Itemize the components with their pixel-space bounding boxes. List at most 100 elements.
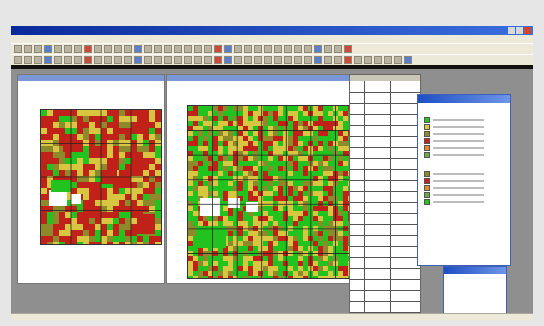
toolbar-tool-icon[interactable] (364, 56, 372, 64)
toolbar-tool-icon[interactable] (374, 56, 382, 64)
toolbar-tool-icon[interactable] (334, 56, 342, 64)
toolbar-tool-icon[interactable] (304, 45, 312, 53)
toolbar-tool-icon[interactable] (84, 56, 92, 64)
toolbar-tool-icon[interactable] (284, 45, 292, 53)
toolbar-tool-icon[interactable] (234, 45, 242, 53)
legend-window[interactable] (417, 94, 511, 266)
raster-map-right[interactable] (187, 105, 361, 279)
toolbar-tool-icon[interactable] (314, 56, 322, 64)
document-caption[interactable] (18, 75, 164, 81)
toolbar-tool-icon[interactable] (74, 56, 82, 64)
map-document-left[interactable] (17, 74, 165, 284)
toolbar-tool-icon[interactable] (354, 56, 362, 64)
toolbar-tool-icon[interactable] (124, 45, 132, 53)
legend-caption[interactable] (418, 95, 510, 103)
legend-label (433, 118, 484, 121)
toolbar-tool-icon[interactable] (314, 45, 322, 53)
toolbar-tool-icon[interactable] (264, 45, 272, 53)
toolbar-tool-icon[interactable] (294, 56, 302, 64)
toolbar-tool-icon[interactable] (144, 56, 152, 64)
toolbar-tool-icon[interactable] (344, 45, 352, 53)
attribute-table-window[interactable] (349, 74, 421, 320)
toolbar-tool-icon[interactable] (324, 45, 332, 53)
toolbar-tool-icon[interactable] (84, 45, 92, 53)
status-bar (11, 313, 533, 320)
toolbar-tool-icon[interactable] (154, 45, 162, 53)
toolbar-tool-icon[interactable] (384, 56, 392, 64)
toolbar-tool-icon[interactable] (24, 45, 32, 53)
toolbar-tool-icon[interactable] (44, 45, 52, 53)
toolbar-tool-icon[interactable] (144, 45, 152, 53)
toolbar-tool-icon[interactable] (214, 56, 222, 64)
toolbar-tool-icon[interactable] (94, 45, 102, 53)
toolbar-tool-icon[interactable] (284, 56, 292, 64)
toolbar-tool-icon[interactable] (204, 45, 212, 53)
toolbar-tool-icon[interactable] (34, 56, 42, 64)
toolbar-tool-icon[interactable] (24, 56, 32, 64)
toolbar-tool-icon[interactable] (114, 45, 122, 53)
toolbar-tool-icon[interactable] (64, 56, 72, 64)
toolbar-tool-icon[interactable] (274, 56, 282, 64)
toolbar-tool-icon[interactable] (154, 56, 162, 64)
window-minimize-icon[interactable] (508, 27, 515, 34)
map-document-right[interactable] (166, 74, 366, 284)
toolbar-tool-icon[interactable] (134, 56, 142, 64)
table-column-separator[interactable] (390, 81, 391, 320)
toolbar-tool-icon[interactable] (254, 45, 262, 53)
toolbar-tool-icon[interactable] (174, 56, 182, 64)
legend-swatch (424, 130, 430, 137)
legend-label (433, 186, 484, 189)
toolbar-tool-icon[interactable] (344, 56, 352, 64)
legend-label (433, 172, 484, 175)
toolbar-tool-icon[interactable] (134, 45, 142, 53)
toolbar-tool-icon[interactable] (164, 45, 172, 53)
toolbar-tool-icon[interactable] (104, 56, 112, 64)
document-caption[interactable] (167, 75, 365, 81)
toolbar-tool-icon[interactable] (184, 56, 192, 64)
window-close-icon[interactable] (524, 27, 531, 34)
toolbar-tool-icon[interactable] (234, 56, 242, 64)
toolbar-tool-icon[interactable] (64, 45, 72, 53)
legend-swatch (424, 123, 430, 130)
legend-item (424, 177, 484, 184)
toolbar-tool-icon[interactable] (274, 45, 282, 53)
toolbar-tool-icon[interactable] (74, 45, 82, 53)
toolbar-tool-icon[interactable] (204, 56, 212, 64)
toolbar-tool-icon[interactable] (264, 56, 272, 64)
toolbar-tool-icon[interactable] (214, 45, 222, 53)
toolbar-tool-icon[interactable] (244, 56, 252, 64)
toolbar-tool-icon[interactable] (54, 56, 62, 64)
toolbar-tool-icon[interactable] (44, 56, 52, 64)
table-column-separator[interactable] (364, 81, 365, 320)
toolbar-tool-icon[interactable] (194, 45, 202, 53)
toolbar-tool-icon[interactable] (124, 56, 132, 64)
toolbar-tool-icon[interactable] (404, 56, 412, 64)
small-dialog-window[interactable] (443, 266, 507, 320)
toolbar-tool-icon[interactable] (94, 56, 102, 64)
toolbar-tool-icon[interactable] (14, 45, 22, 53)
toolbar-tool-icon[interactable] (294, 45, 302, 53)
title-bar[interactable] (11, 26, 533, 35)
toolbar-tool-icon[interactable] (254, 56, 262, 64)
toolbar-tool-icon[interactable] (334, 45, 342, 53)
window-maximize-icon[interactable] (516, 27, 523, 34)
toolbar-tool-icon[interactable] (114, 56, 122, 64)
toolbar-tool-icon[interactable] (394, 56, 402, 64)
toolbar-tool-icon[interactable] (324, 56, 332, 64)
raster-map-left[interactable] (40, 109, 162, 245)
toolbar-tool-icon[interactable] (104, 45, 112, 53)
toolbar-tool-icon[interactable] (194, 56, 202, 64)
legend-item (424, 116, 484, 123)
toolbar-tool-icon[interactable] (224, 56, 232, 64)
toolbar-tool-icon[interactable] (14, 56, 22, 64)
toolbar-tool-icon[interactable] (304, 56, 312, 64)
toolbar-tool-icon[interactable] (224, 45, 232, 53)
toolbar-tool-icon[interactable] (174, 45, 182, 53)
toolbar-tool-icon[interactable] (244, 45, 252, 53)
legend-swatch (424, 137, 430, 144)
toolbar-tool-icon[interactable] (184, 45, 192, 53)
toolbar-tool-icon[interactable] (164, 56, 172, 64)
dialog-caption[interactable] (444, 267, 506, 274)
toolbar-tool-icon[interactable] (54, 45, 62, 53)
toolbar-tool-icon[interactable] (34, 45, 42, 53)
